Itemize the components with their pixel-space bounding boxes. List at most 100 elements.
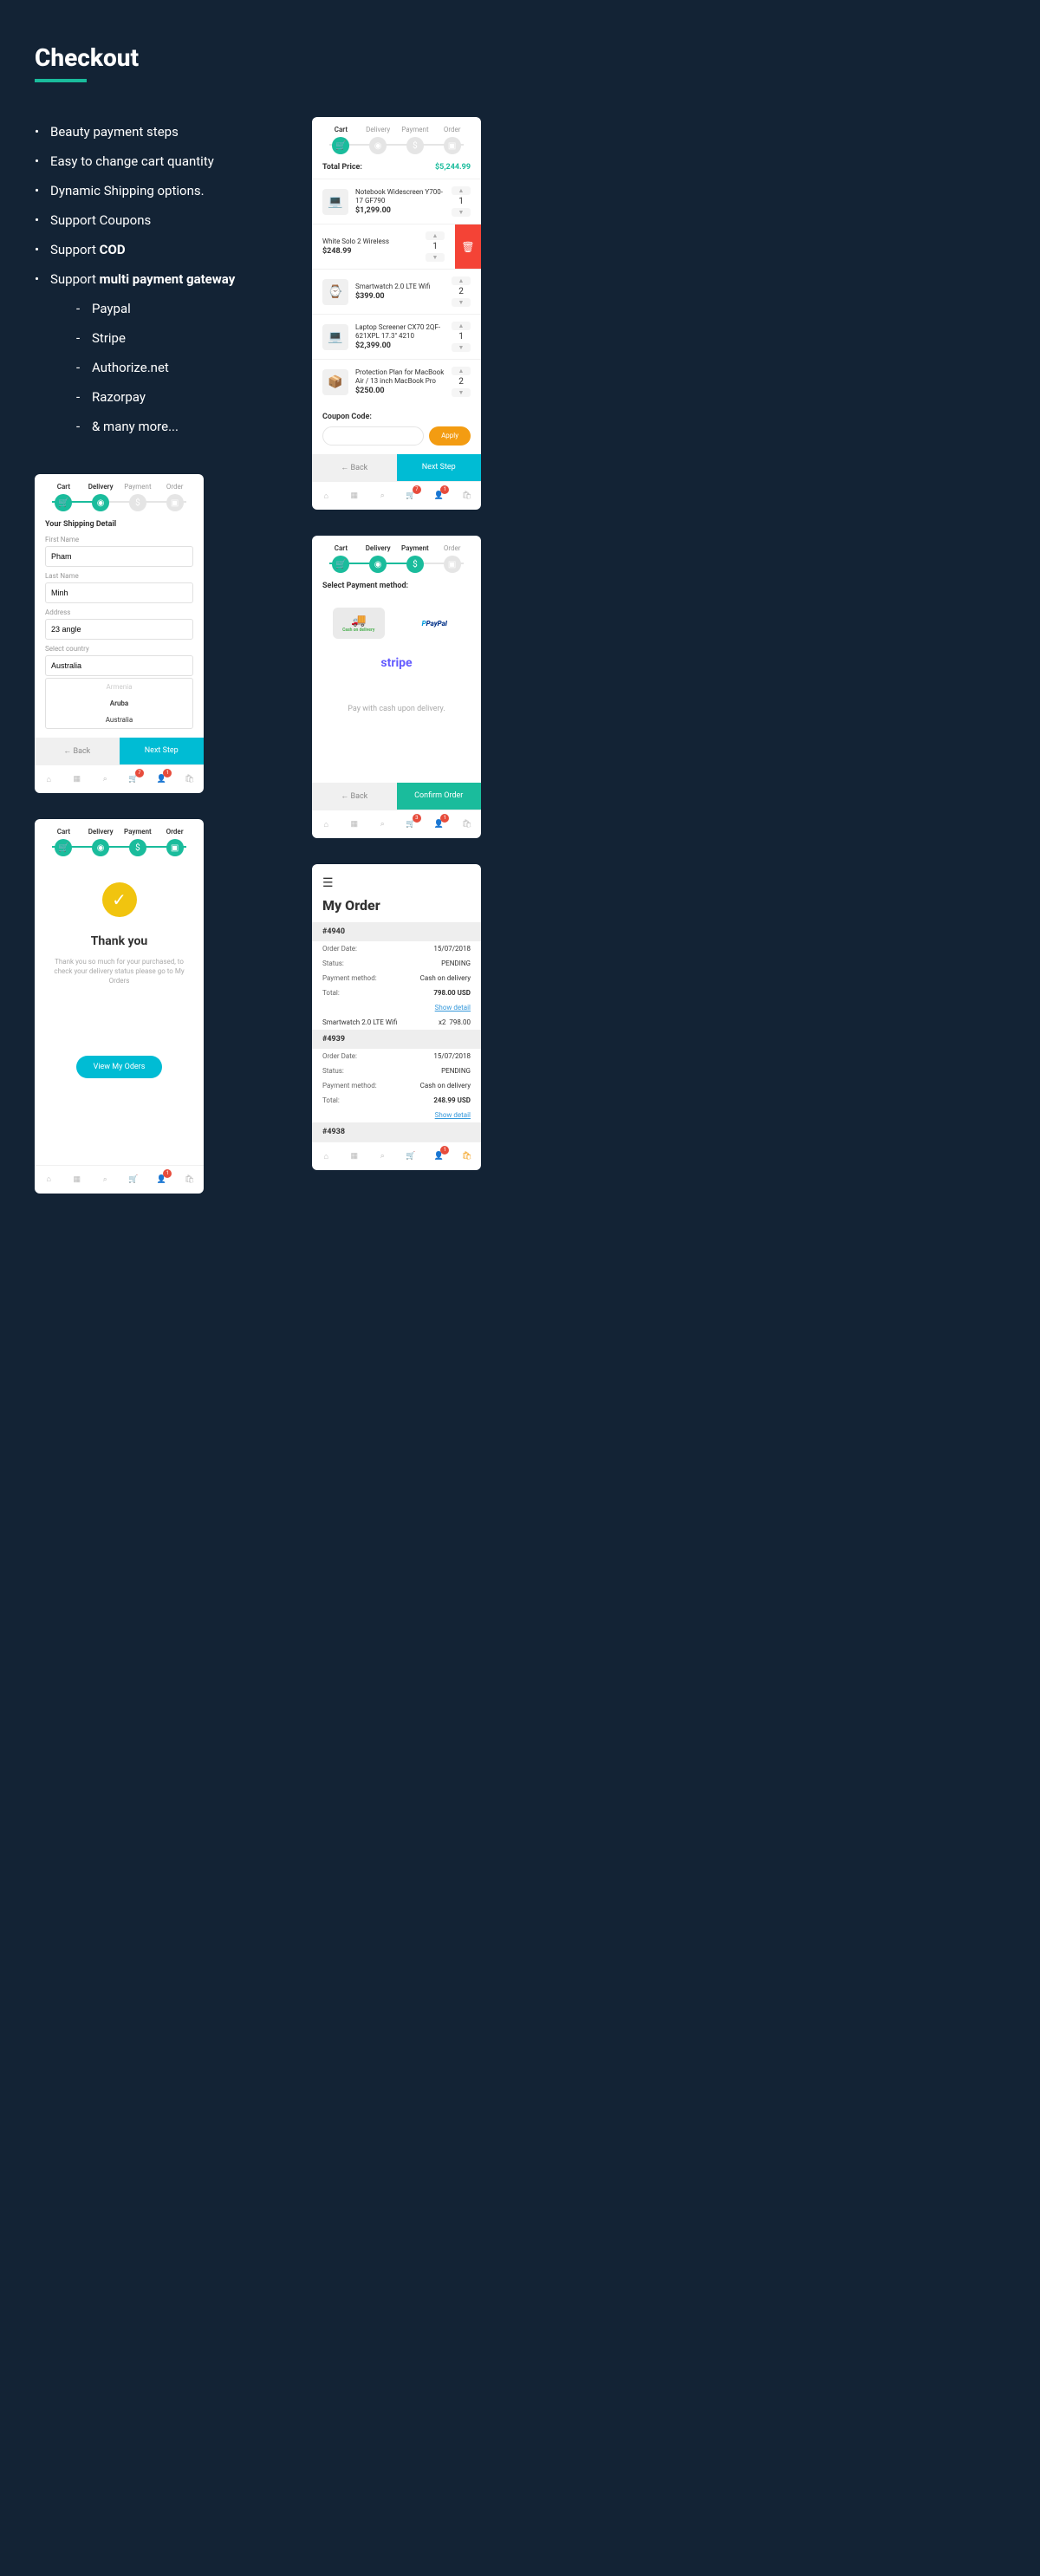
order-number[interactable]: #4938 [312,1122,481,1142]
qty-down-button[interactable]: ▼ [426,253,445,262]
grid-icon[interactable]: ▦ [70,1173,84,1187]
grid-icon[interactable]: ▦ [348,817,361,831]
section-title: Checkout [35,43,1005,72]
feature-item: Dynamic Shipping options. [35,176,277,205]
qty-value: 1 [452,330,471,343]
product-image: 💻 [322,189,348,215]
order-date: 15/07/2018 [433,945,471,953]
order-total: 798.00 USD [433,989,471,997]
total-price: $5,244.99 [435,163,471,172]
show-detail-link[interactable]: Show detail [312,1108,481,1122]
bag-icon[interactable]: 🛍 [183,772,197,786]
grid-icon[interactable]: ▦ [348,489,361,503]
apply-button[interactable]: Apply [429,426,471,446]
cart-screen: Cart🛒 Delivery◉ Payment$ Order▣ Total Pr… [312,117,481,510]
bag-icon[interactable]: 🛍 [460,1149,474,1163]
back-button[interactable]: ← Back [35,738,120,764]
country-option[interactable]: Armenia [46,679,192,695]
qty-down-button[interactable]: ▼ [452,298,471,307]
qty-up-button[interactable]: ▲ [452,367,471,375]
qty-down-button[interactable]: ▼ [452,208,471,217]
cart-tab-icon[interactable]: 🛒 [127,1173,140,1187]
qty-down-button[interactable]: ▼ [452,343,471,352]
cart-icon: 🛒 [55,494,72,511]
user-icon[interactable]: 👤1 [432,489,445,503]
payment-screen: Cart🛒 Delivery◉ Payment$ Order▣ Select P… [312,536,481,838]
cart-tab-icon[interactable]: 🛒7 [404,489,418,503]
coupon-label: Coupon Code: [322,413,471,421]
cart-tab-icon[interactable]: 🛒3 [404,817,418,831]
back-button[interactable]: ← Back [312,454,397,481]
first-name-input[interactable] [45,546,193,567]
cart-tab-icon[interactable]: 🛒 [404,1149,418,1163]
address-input[interactable] [45,619,193,640]
address-label: Address [45,608,193,616]
thankyou-title: Thank you [49,934,190,948]
cart-icon: 🛒 [332,137,349,154]
last-name-input[interactable] [45,582,193,603]
order-number[interactable]: #4940 [312,922,481,941]
order-number[interactable]: #4939 [312,1030,481,1049]
gateway-item: Razorpay [76,382,277,412]
user-icon[interactable]: 👤1 [432,817,445,831]
home-icon[interactable]: ⌂ [319,489,333,503]
delivery-screen: Cart🛒 Delivery◉ Payment$ Order▣ Your Shi… [35,474,204,793]
search-icon[interactable]: ⌕ [375,1149,389,1163]
product-name: Notebook Widescreen Y700-17 GF790 [355,188,445,205]
qty-up-button[interactable]: ▲ [452,276,471,285]
bag-icon[interactable]: 🛍 [183,1173,197,1187]
country-input[interactable] [45,655,193,676]
cod-option[interactable]: 🚚Cash on delivery [333,608,385,639]
paypal-option[interactable]: PPayPalPayPal [408,608,460,639]
product-price: $2,399.00 [355,342,445,350]
qty-down-button[interactable]: ▼ [452,388,471,397]
view-orders-button[interactable]: View My Oders [76,1056,163,1078]
menu-icon[interactable]: ☰ [322,876,334,890]
search-icon[interactable]: ⌕ [375,817,389,831]
show-detail-link[interactable]: Show detail [312,1000,481,1015]
qty-up-button[interactable]: ▲ [452,322,471,330]
gateway-item: Authorize.net [76,353,277,382]
delete-button[interactable]: 🗑 [455,224,481,269]
product-image: 📦 [322,369,348,395]
next-button[interactable]: Next Step [397,454,482,481]
user-icon[interactable]: 👤1 [154,772,168,786]
search-icon[interactable]: ⌕ [375,489,389,503]
user-icon[interactable]: 👤1 [432,1149,445,1163]
product-price: $399.00 [355,292,445,301]
qty-up-button[interactable]: ▲ [426,231,445,240]
stripe-option[interactable]: stripe [312,647,481,679]
home-icon[interactable]: ⌂ [42,772,55,786]
grid-icon[interactable]: ▦ [348,1149,361,1163]
home-icon[interactable]: ⌂ [319,817,333,831]
qty-up-button[interactable]: ▲ [452,186,471,195]
product-image: 💻 [322,324,348,350]
thankyou-screen: Cart🛒 Delivery◉ Payment$ Order▣ ✓ Thank … [35,819,204,1194]
order-method: Cash on delivery [420,974,471,982]
gateway-item: Stripe [76,323,277,353]
feature-item: Beauty payment steps [35,117,277,146]
home-icon[interactable]: ⌂ [42,1173,55,1187]
confirm-button[interactable]: Confirm Order [397,783,482,810]
gateway-item: Paypal [76,294,277,323]
dollar-icon: $ [129,494,146,511]
product-price: $1,299.00 [355,206,445,215]
search-icon[interactable]: ⌕ [98,772,112,786]
home-icon[interactable]: ⌂ [319,1149,333,1163]
grid-icon[interactable]: ▦ [70,772,84,786]
country-option[interactable]: Aruba [46,695,192,712]
gateway-list: Paypal Stripe Authorize.net Razorpay & m… [50,294,277,441]
user-icon[interactable]: 👤1 [154,1173,168,1187]
bag-icon[interactable]: 🛍 [460,817,474,831]
next-button[interactable]: Next Step [120,738,205,764]
country-picker[interactable]: Armenia Aruba Australia [45,678,193,729]
back-button[interactable]: ← Back [312,783,397,810]
total-label: Total Price: [322,163,362,172]
cart-tab-icon[interactable]: 🛒7 [127,772,140,786]
coupon-input[interactable] [322,426,424,446]
search-icon[interactable]: ⌕ [98,1173,112,1187]
bag-icon[interactable]: 🛍 [460,489,474,503]
qty-value: 1 [452,195,471,208]
country-option[interactable]: Australia [46,712,192,728]
first-name-label: First Name [45,536,193,543]
